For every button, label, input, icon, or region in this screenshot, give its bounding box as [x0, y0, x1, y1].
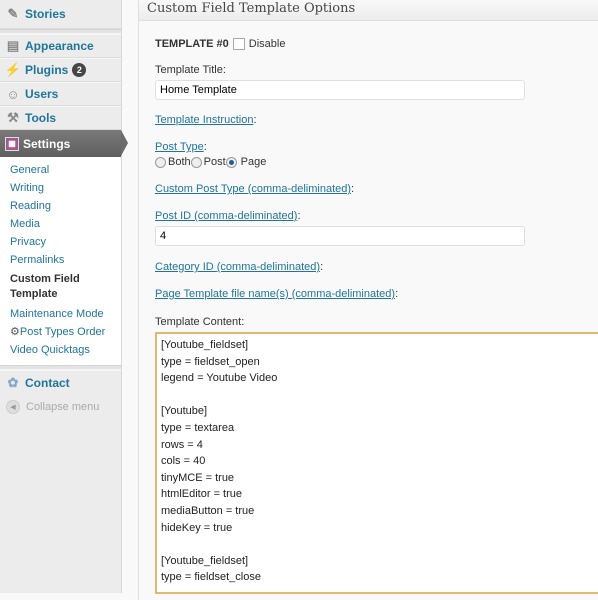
post-type-link[interactable]: Post Type [155, 141, 204, 153]
options-panel: Custom Field Template Options TEMPLATE #… [138, 0, 598, 600]
submenu-item-video-quicktags[interactable]: Video Quicktags [0, 341, 121, 359]
radio-post-label: Post [203, 156, 226, 168]
radio-page[interactable] [225, 156, 237, 168]
template-content-label: Template Content: [155, 316, 245, 328]
menu-item-label: Plugins [25, 63, 69, 77]
update-count-badge: 2 [72, 63, 87, 77]
submenu-item-permalinks[interactable]: Permalinks [0, 251, 121, 269]
template-title-input[interactable] [155, 80, 525, 100]
colon: : [351, 183, 355, 195]
colon: : [395, 288, 399, 300]
radio-both-label: Both [168, 156, 191, 168]
menu-item-stories[interactable]: ✎ Stories [0, 0, 121, 29]
submenu-item-reading[interactable]: Reading [0, 197, 121, 215]
submenu-item-custom-field-template[interactable]: Custom Field Template [0, 269, 121, 305]
disable-checkbox[interactable] [232, 38, 245, 50]
menu-item-settings[interactable]: ▦ Settings [0, 130, 128, 157]
submenu-item-privacy[interactable]: Privacy [0, 233, 121, 251]
radio-page-label: Page [240, 156, 267, 168]
post-id-input[interactable] [155, 226, 525, 246]
users-icon: ☺ [6, 86, 20, 102]
menu-item-appearance[interactable]: ▤ Appearance [0, 34, 121, 58]
panel-title: Custom Field Template Options [139, 0, 598, 21]
menu-item-contact[interactable]: ✿ Contact [0, 370, 121, 394]
submenu-item-media[interactable]: Media [0, 215, 121, 233]
menu-item-label: Appearance [25, 39, 94, 53]
collapse-menu-label: Collapse menu [26, 401, 100, 413]
collapse-arrow-icon: ◀ [6, 400, 20, 414]
menu-item-label: Contact [25, 375, 70, 390]
post-type-radio-group: Both Post Page [155, 156, 598, 168]
appearance-icon: ▤ [6, 38, 20, 53]
menu-item-users[interactable]: ☺ Users [0, 82, 121, 106]
contact-icon: ✿ [7, 374, 19, 390]
plugin-icon: ⚡ [4, 62, 22, 77]
collapse-menu-button[interactable]: ◀ Collapse menu [0, 394, 121, 420]
submenu-item-general[interactable]: General [0, 161, 121, 179]
colon: : [297, 210, 301, 222]
menu-item-label: Tools [25, 111, 57, 125]
custom-post-type-link[interactable]: Custom Post Type (comma-deliminated) [155, 183, 351, 195]
colon: : [253, 114, 257, 126]
settings-icon: ▦ [5, 136, 19, 151]
page-template-link[interactable]: Page Template file name(s) (comma-delimi… [155, 288, 395, 300]
menu-item-label: Stories [25, 7, 66, 21]
post-id-link[interactable]: Post ID (comma-deliminated) [155, 210, 297, 222]
menu-item-label: Settings [23, 136, 71, 151]
submenu-item-maintenance-mode[interactable]: Maintenance Mode [0, 305, 121, 323]
colon: : [203, 141, 207, 153]
radio-post[interactable] [190, 156, 202, 168]
submenu-item-writing[interactable]: Writing [0, 179, 121, 197]
template-content-textarea[interactable]: [Youtube_fieldset] type = fieldset_open … [155, 332, 598, 594]
radio-both[interactable] [155, 156, 166, 168]
pushpin-icon: ✎ [7, 6, 19, 21]
settings-submenu: General Writing Reading Media Privacy Pe… [0, 157, 121, 365]
template-title-label: Template Title: [155, 64, 226, 76]
template-heading: TEMPLATE #0 [155, 38, 229, 50]
submenu-item-post-types-order[interactable]: ⚙Post Types Order [0, 323, 121, 341]
colon: : [320, 261, 324, 273]
disable-label: Disable [248, 38, 286, 50]
submenu-item-label: Post Types Order [19, 326, 106, 338]
menu-item-label: Users [25, 87, 59, 101]
menu-item-tools[interactable]: ⚒ Tools [0, 106, 121, 130]
template-instruction-link[interactable]: Template Instruction [155, 114, 253, 126]
admin-sidebar: ✎ Stories ▤ Appearance ⚡ Plugins 2 ☺ Use… [0, 0, 128, 593]
gear-icon: ⚙ [10, 326, 20, 338]
category-id-link[interactable]: Category ID (comma-deliminated) [155, 261, 320, 273]
tools-icon: ⚒ [7, 110, 19, 125]
menu-item-plugins[interactable]: ⚡ Plugins 2 [0, 58, 121, 82]
